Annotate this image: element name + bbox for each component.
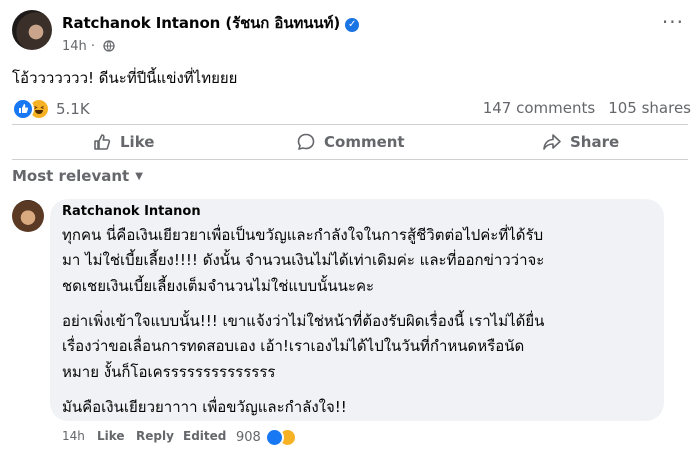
comment-sort-dropdown[interactable]: Most relevant ▼ [12,167,143,185]
caret-down-icon: ▼ [135,171,143,182]
share-label: Share [570,133,620,151]
comment-line: ชดเชยเงินเบี้ยเลี้ยงเต็มจำนวนไม่ใช่แบบนั… [62,276,375,295]
thumbs-up-icon [94,134,111,150]
verified-badge-icon: ✓ [345,18,360,32]
comment-button[interactable]: Comment [296,131,405,153]
comment-line: หมาย งั้นก็โอเครรรรรรรรรรรรรร [62,362,276,381]
divider-top [12,124,688,125]
like-button[interactable]: Like [92,131,154,153]
comment-line: เรื่องว่าขอเลื่อนการทดสอบเอง เอ้า!เราเอง… [62,337,525,356]
globe-icon [103,40,115,56]
comment-line: ทุกคน นี่คือเงินเยียวยาเพื่อเป็นขวัญและก… [62,226,544,244]
post-meta: 14h · [62,39,115,56]
shares-count-link[interactable]: 105 shares [608,99,691,117]
reaction-summary[interactable]: 5.1K [12,98,90,120]
post-time[interactable]: 14h [62,39,87,54]
comment-reactions[interactable]: 908 [236,428,297,447]
comment-time[interactable]: 14h [62,429,85,443]
comment-bubble-icon [297,133,315,150]
comment-reaction-count: 908 [236,430,261,445]
comment-label: Comment [324,133,405,151]
post-author-name[interactable]: Ratchanok Intanon (รัชนก อินทนนท์) [62,14,340,32]
reaction-count: 5.1K [56,100,90,118]
share-arrow-icon [543,134,561,150]
comment-line: มันคือเงินเยียวยาาาา เพื่อขวัญและกำลังใจ… [62,398,347,416]
like-reaction-icon [12,98,34,120]
meta-separator: · [90,39,96,54]
comment-paragraph-2: อย่าเพิ่งเข้าใจแบบนั้น!!! เขาแจ้งว่าไม่ใ… [62,309,544,385]
comment-paragraph-3: มันคือเงินเยียวยาาาา เพื่อขวัญและกำลังใจ… [62,395,347,420]
comment-edited-label[interactable]: Edited [183,429,226,443]
share-button[interactable]: Share [542,131,619,153]
author-avatar[interactable] [12,10,52,50]
comment-line: มา ไม่ใช่เบี้ยเลี้ยง!!!! ดังนั้น จำนวนเง… [62,251,545,270]
post-text: โอ้ววววววว! ดีนะที่ปีนี้แข่งที่ไทยยย [12,69,238,87]
comment-line: อย่าเพิ่งเข้าใจแบบนั้น!!! เขาแจ้งว่าไม่ใ… [62,312,545,330]
comment-author[interactable]: Ratchanok Intanon [62,204,201,219]
more-options-button[interactable]: ··· [662,10,684,34]
post-author[interactable]: Ratchanok Intanon (รัชนก อินทนนท์) ✓ [62,11,360,35]
divider-bottom [12,159,688,160]
comment-like-button[interactable]: Like [97,429,125,443]
comment-sort-label: Most relevant [12,167,130,185]
like-reaction-icon [264,428,284,447]
comments-count-link[interactable]: 147 comments [483,99,595,117]
comment-reply-button[interactable]: Reply [136,429,174,443]
post-stats: 147 comments 105 shares [483,99,691,117]
commenter-avatar[interactable] [12,200,44,232]
comment-paragraph-1: ทุกคน นี่คือเงินเยียวยาเพื่อเป็นขวัญและก… [62,223,544,299]
like-label: Like [120,133,155,151]
